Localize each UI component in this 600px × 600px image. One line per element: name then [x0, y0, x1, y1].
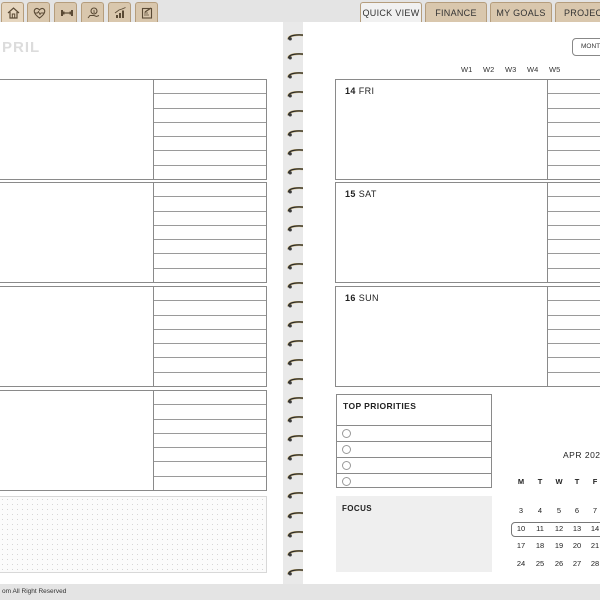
savings-icon: $	[87, 7, 100, 19]
tab-project[interactable]: PROJECT	[555, 2, 600, 24]
day-box-friday[interactable]: 14 FRI	[335, 79, 600, 180]
tab-notes[interactable]	[135, 2, 158, 22]
day-number: 14	[345, 86, 356, 96]
tab-quick-view[interactable]: QUICK VIEW	[360, 2, 422, 24]
day-number: 16	[345, 293, 356, 303]
focus-title: FOCUS	[342, 504, 372, 513]
calendar-day[interactable]: 17	[512, 541, 530, 550]
tab-finance[interactable]: FINANCE	[425, 2, 487, 24]
calendar-day[interactable]: 13	[568, 524, 586, 533]
calendar-weekday: W	[555, 477, 563, 486]
tab-growth[interactable]	[108, 2, 131, 22]
left-page: PRIL	[0, 22, 283, 584]
week-link-w5[interactable]: W5	[549, 65, 560, 74]
day-label: 15 SAT	[345, 189, 377, 199]
calendar-day[interactable]: 3	[512, 506, 530, 515]
notes-lines	[153, 391, 266, 490]
calendar-weekday: M	[517, 477, 525, 486]
priority-row[interactable]	[337, 457, 491, 470]
calendar-day[interactable]: 21	[586, 541, 600, 550]
calendar-day[interactable]: 19	[550, 541, 568, 550]
checkbox-circle[interactable]	[342, 461, 351, 470]
growth-chart-icon	[114, 7, 126, 18]
day-name: SAT	[358, 189, 377, 199]
notes-lines	[153, 183, 266, 282]
home-icon	[7, 7, 20, 19]
checkbox-circle[interactable]	[342, 429, 351, 438]
day-box-tuesday[interactable]	[0, 182, 267, 283]
tab-savings[interactable]: $	[81, 2, 104, 22]
calendar-day[interactable]: 25	[531, 559, 549, 568]
calendar-day[interactable]: 11	[531, 524, 549, 533]
calendar-day[interactable]: 27	[568, 559, 586, 568]
day-name: FRI	[358, 86, 375, 96]
tab-my-goals[interactable]: MY GOALS	[490, 2, 552, 24]
week-link-w1[interactable]: W1	[461, 65, 472, 74]
checkbox-circle[interactable]	[342, 477, 351, 486]
day-label: 14 FRI	[345, 86, 374, 96]
notes-lines	[547, 80, 600, 179]
day-box-monday[interactable]	[0, 79, 267, 180]
day-label: 16 SUN	[345, 293, 379, 303]
calendar-day[interactable]: 14	[586, 524, 600, 533]
top-priorities-box: TOP PRIORITIES	[336, 394, 492, 488]
notes-lines	[153, 80, 266, 179]
week-link-w4[interactable]: W4	[527, 65, 538, 74]
heart-pulse-icon	[33, 7, 46, 19]
calendar-day[interactable]: 5	[550, 506, 568, 515]
calendar-day[interactable]: 20	[568, 541, 586, 550]
calendar-weekday: T	[574, 477, 580, 486]
calendar-day[interactable]: 4	[531, 506, 549, 515]
calendar-weekday: T	[537, 477, 543, 486]
copyright-text: om All Right Reserved	[2, 588, 67, 595]
notes-lines	[547, 287, 600, 386]
calendar-day[interactable]: 6	[568, 506, 586, 515]
calendar-day[interactable]: 12	[550, 524, 568, 533]
top-tab-bar: $ QUICK VIEW FINANCE MY GOALS PROJECT	[0, 0, 600, 24]
tab-health[interactable]	[27, 2, 50, 22]
dumbbell-icon	[61, 10, 73, 16]
day-box-wednesday[interactable]	[0, 286, 267, 387]
day-box-saturday[interactable]: 15 SAT	[335, 182, 600, 283]
day-number: 15	[345, 189, 356, 199]
checkbox-circle[interactable]	[342, 445, 351, 454]
dot-grid-notes[interactable]	[0, 496, 267, 573]
day-name: SUN	[358, 293, 379, 303]
notes-icon	[141, 7, 153, 19]
priority-row[interactable]	[337, 425, 491, 438]
focus-box[interactable]: FOCUS	[336, 496, 492, 572]
priority-row[interactable]	[337, 441, 491, 454]
calendar-day[interactable]: 7	[586, 506, 600, 515]
day-box-sunday[interactable]: 16 SUN	[335, 286, 600, 387]
notes-lines	[547, 183, 600, 282]
month-title: PRIL	[2, 39, 41, 56]
footer: om All Right Reserved	[0, 584, 600, 600]
right-page: W1 W2 W3 W4 W5 14 FRI 15 SAT 16 SUN TOP …	[303, 22, 600, 584]
mini-calendar-month: APR 202	[563, 450, 600, 460]
calendar-day[interactable]: 24	[512, 559, 530, 568]
calendar-day[interactable]: 26	[550, 559, 568, 568]
tab-home[interactable]	[1, 2, 24, 22]
svg-text:$: $	[93, 9, 96, 15]
tab-fitness[interactable]	[54, 2, 77, 22]
calendar-day[interactable]: 18	[531, 541, 549, 550]
priority-row[interactable]	[337, 473, 491, 486]
month-button[interactable]: MONT	[572, 38, 600, 56]
calendar-day[interactable]: 28	[586, 559, 600, 568]
top-priorities-title: TOP PRIORITIES	[343, 401, 417, 411]
day-box-thursday[interactable]	[0, 390, 267, 491]
week-link-w3[interactable]: W3	[505, 65, 516, 74]
notes-lines	[153, 287, 266, 386]
week-link-w2[interactable]: W2	[483, 65, 494, 74]
calendar-day[interactable]: 10	[512, 524, 530, 533]
calendar-weekday: F	[592, 477, 598, 486]
mini-calendar-title: APR 202	[563, 450, 600, 460]
